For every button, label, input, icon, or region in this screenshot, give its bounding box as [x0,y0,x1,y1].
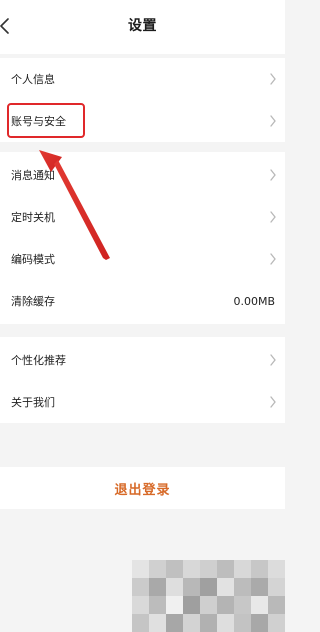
page-title: 设置 [128,18,157,34]
header: 设置 [0,0,285,54]
settings-row-personalized-recommendation[interactable]: 个性化推荐 [0,339,285,381]
chevron-right-icon [270,73,276,85]
chevron-right-icon [270,211,276,223]
settings-row-notifications[interactable]: 消息通知 [0,154,285,196]
settings-row-encoding-mode[interactable]: 编码模式 [0,238,285,280]
mosaic-redaction [132,560,285,632]
chevron-right-icon [270,115,276,127]
settings-screen: ▂▂▂ ▂▂▂ 设置 个人信息 账号与安全 消息通知 [0,0,285,632]
settings-group-other: 个性化推荐 关于我们 [0,337,285,423]
row-label: 个性化推荐 [11,354,66,367]
settings-group-system: 消息通知 定时关机 编码模式 清除缓存 0.00MB [0,152,285,324]
chevron-right-icon [270,253,276,265]
settings-row-timed-shutdown[interactable]: 定时关机 [0,196,285,238]
annotation-highlight-box [7,103,85,138]
chevron-right-icon [270,169,276,181]
logout-button[interactable]: 退出登录 [0,467,285,509]
chevron-right-icon [270,354,276,366]
row-label: 定时关机 [11,211,55,224]
row-label: 消息通知 [11,169,55,182]
row-label: 个人信息 [11,73,55,86]
cache-size-value: 0.00MB [233,294,275,308]
logout-group: 退出登录 [0,467,285,509]
settings-row-clear-cache[interactable]: 清除缓存 0.00MB [0,280,285,322]
row-label: 关于我们 [11,396,55,409]
chevron-right-icon [270,396,276,408]
settings-row-about-us[interactable]: 关于我们 [0,381,285,423]
settings-row-personal-info[interactable]: 个人信息 [0,58,285,100]
row-label: 编码模式 [11,253,55,266]
row-label: 清除缓存 [11,295,55,308]
